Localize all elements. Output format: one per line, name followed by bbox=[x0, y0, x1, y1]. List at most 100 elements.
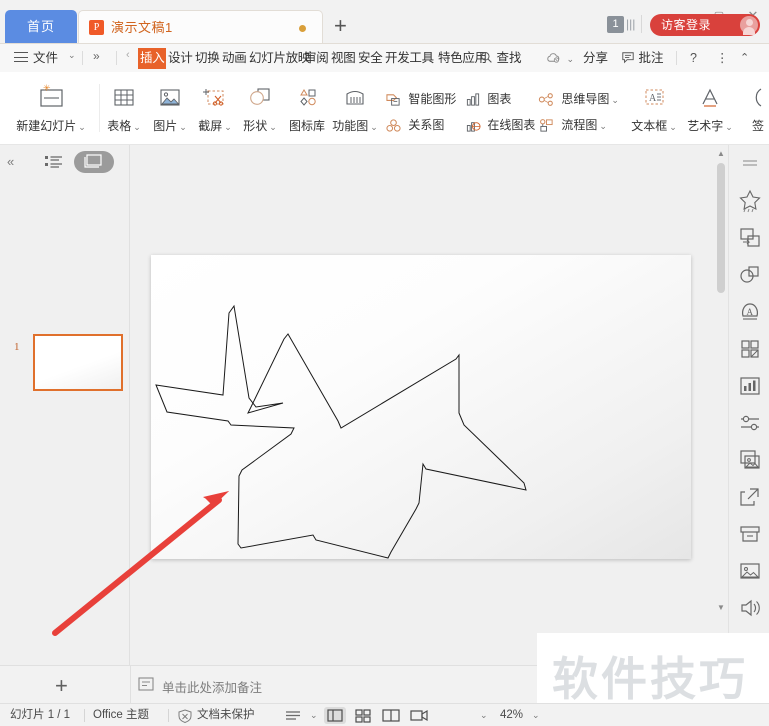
sidebar-transition-icon[interactable] bbox=[737, 225, 763, 251]
ribbon-tab-review[interactable]: 审阅 bbox=[304, 48, 329, 69]
file-menu-caret-icon[interactable]: ⌄ bbox=[68, 50, 76, 61]
collapse-ribbon-button[interactable]: ⌃ bbox=[740, 48, 749, 69]
guest-login-button[interactable]: 访客登录 bbox=[650, 14, 760, 36]
search-icon bbox=[481, 52, 492, 63]
online-chart-icon bbox=[466, 122, 481, 132]
flow-chart-icon bbox=[540, 119, 553, 132]
slide-editing-canvas[interactable] bbox=[131, 145, 714, 665]
outline-view-icon[interactable] bbox=[45, 155, 63, 169]
new-tab-button[interactable]: + bbox=[334, 14, 347, 38]
tab-home[interactable]: 首页 bbox=[5, 10, 77, 44]
cloud-sync-button[interactable]: ⌄ bbox=[546, 48, 574, 69]
sidebar-word-art-icon[interactable]: A bbox=[737, 299, 763, 325]
notes-divider bbox=[130, 666, 131, 704]
help-button[interactable]: ? bbox=[690, 48, 697, 69]
ribbon-tab-animations[interactable]: 动画 bbox=[222, 48, 247, 69]
sidebar-chart-icon[interactable] bbox=[737, 373, 763, 399]
shield-unprotected-icon bbox=[178, 709, 192, 723]
ribbon-tab-security[interactable]: 安全 bbox=[358, 48, 383, 69]
chart-button[interactable]: 图表 bbox=[465, 88, 511, 110]
notes-icon bbox=[138, 677, 154, 691]
slide-number-label: 1 bbox=[14, 341, 20, 353]
sidebar-archive-box-icon[interactable] bbox=[737, 521, 763, 547]
shapes-label: 形状 ⌄ bbox=[243, 119, 277, 133]
sidebar-image-icon[interactable] bbox=[737, 558, 763, 584]
icon-library-button[interactable]: 图标库 bbox=[284, 82, 330, 134]
sidebar-audio-speaker-icon[interactable] bbox=[737, 595, 763, 621]
collapse-panel-button[interactable]: « bbox=[7, 154, 14, 169]
ribbon-overflow-icon[interactable]: » bbox=[93, 49, 100, 63]
notification-bars-icon: ||| bbox=[626, 17, 636, 31]
slide-count-label: 幻灯片 1 / 1 bbox=[10, 709, 71, 721]
scrollbar-thumb[interactable] bbox=[717, 163, 725, 293]
screenshot-button[interactable]: 截屏 ⌄ bbox=[192, 82, 238, 134]
tab-document[interactable]: P 演示文稿1 bbox=[78, 10, 323, 44]
view-normal-button[interactable] bbox=[324, 707, 346, 724]
table-button[interactable]: 表格 ⌄ bbox=[102, 82, 146, 134]
slide-view-toggle[interactable] bbox=[74, 151, 114, 173]
smart-art-button[interactable]: 智能图形 bbox=[385, 88, 456, 110]
zoom-level-label[interactable]: 42% bbox=[500, 708, 523, 723]
slide-surface[interactable] bbox=[151, 255, 691, 559]
view-layout-menu-icon[interactable] bbox=[283, 707, 305, 724]
scroll-up-icon[interactable]: ▲ bbox=[714, 147, 728, 161]
shapes-button[interactable]: 形状 ⌄ bbox=[238, 82, 282, 134]
sidebar-settings-sliders-icon[interactable] bbox=[737, 410, 763, 436]
app-menu-icon[interactable] bbox=[14, 51, 28, 63]
notes-add-button[interactable]: + bbox=[55, 673, 68, 699]
sidebar-shapes-icon[interactable] bbox=[737, 262, 763, 288]
svg-text:A: A bbox=[747, 307, 754, 317]
find-button[interactable]: 查找 bbox=[480, 48, 522, 69]
word-art-icon bbox=[702, 88, 718, 107]
ribbon-tab-insert[interactable]: 插入 bbox=[138, 48, 167, 69]
scroll-down-icon[interactable]: ▼ bbox=[714, 601, 728, 615]
sidebar-menu-icon[interactable] bbox=[737, 151, 763, 177]
zoom-fit-caret-icon[interactable]: ⌄ bbox=[480, 708, 488, 723]
sidebar-grid-layout-icon[interactable] bbox=[737, 336, 763, 362]
notification-badge[interactable]: 1 bbox=[607, 16, 624, 33]
notes-placeholder[interactable]: 单击此处添加备注 bbox=[162, 677, 262, 696]
theme-label[interactable]: Office 主题 bbox=[93, 708, 149, 723]
slide-panel-header: « bbox=[0, 145, 130, 181]
view-reading-button[interactable] bbox=[380, 707, 402, 724]
picture-button[interactable]: 图片 ⌄ bbox=[148, 82, 192, 134]
icon-library-label: 图标库 bbox=[288, 119, 325, 133]
slide-thumbnail-1[interactable] bbox=[33, 334, 123, 391]
svg-text:A: A bbox=[649, 93, 657, 104]
online-chart-label: 在线图表 bbox=[487, 118, 536, 132]
flow-chart-button[interactable]: 流程图 ⌄ bbox=[538, 114, 607, 136]
text-box-button[interactable]: A 文本框 ⌄ bbox=[626, 82, 682, 134]
word-art-button[interactable]: 艺术字 ⌄ bbox=[682, 82, 738, 134]
freeform-star-burst-shape[interactable] bbox=[155, 304, 527, 559]
ribbon-tab-design[interactable]: 设计 bbox=[168, 48, 193, 69]
relation-chart-button[interactable]: 关系图 bbox=[385, 114, 444, 136]
avatar-icon bbox=[740, 16, 758, 35]
comment-button[interactable]: 批注 bbox=[621, 48, 664, 69]
online-chart-button[interactable]: 在线图表 bbox=[465, 114, 535, 136]
more-options-button[interactable]: ⋮ bbox=[716, 48, 729, 69]
sidebar-export-share-icon[interactable] bbox=[737, 484, 763, 510]
sidebar-effects-star-icon[interactable] bbox=[737, 188, 763, 214]
tab-scroll-left-icon[interactable]: ‹ bbox=[126, 49, 130, 61]
ribbon-tab-bar: 文件 ⌄ » ‹ 插入 设计 切换 动画 幻灯片放映 审阅 视图 安全 开发工具… bbox=[0, 44, 769, 72]
ribbon-tab-slideshow[interactable]: 幻灯片放映 bbox=[249, 48, 310, 69]
zoom-caret-icon[interactable]: ⌄ bbox=[532, 708, 540, 723]
mind-map-button[interactable]: 思维导图 ⌄ bbox=[538, 88, 619, 110]
view-slide-sorter-button[interactable] bbox=[352, 707, 374, 724]
file-menu-button[interactable]: 文件 bbox=[33, 49, 58, 67]
signature-button[interactable]: 签 bbox=[738, 82, 769, 134]
protection-status-label[interactable]: 文档未保护 bbox=[197, 708, 255, 723]
sidebar-media-library-icon[interactable] bbox=[737, 447, 763, 473]
view-layout-caret-icon[interactable]: ⌄ bbox=[310, 708, 318, 723]
ribbon-tab-developer[interactable]: 开发工具 bbox=[385, 48, 434, 69]
ribbon-tab-transitions[interactable]: 切换 bbox=[195, 48, 220, 69]
normal-view-icon bbox=[327, 709, 343, 722]
view-slideshow-button[interactable] bbox=[408, 707, 430, 724]
mind-map-label: 思维导图 ⌄ bbox=[561, 92, 619, 106]
ribbon-tab-view[interactable]: 视图 bbox=[331, 48, 356, 69]
canvas-vertical-scrollbar[interactable]: ▲ ▼ bbox=[714, 145, 728, 665]
new-slide-button[interactable]: ✳ 新建幻灯片 ⌄ bbox=[6, 82, 96, 134]
unsaved-dot-icon bbox=[299, 25, 306, 32]
function-chart-button[interactable]: 功能图 ⌄ bbox=[330, 82, 380, 134]
share-button[interactable]: 分享 bbox=[583, 48, 608, 69]
